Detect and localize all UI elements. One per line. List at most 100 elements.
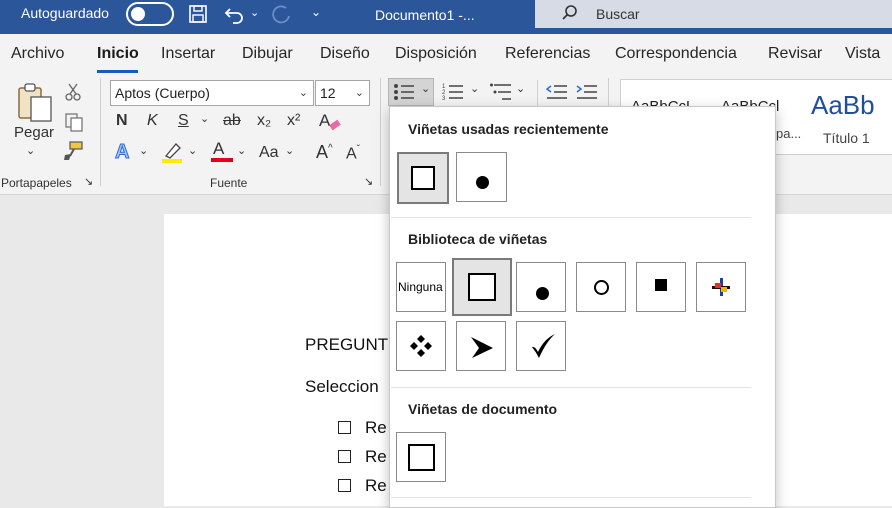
font-launcher-icon[interactable]: ↘ bbox=[364, 175, 373, 188]
tab-insertar[interactable]: Insertar bbox=[161, 45, 215, 63]
font-size-combo[interactable]: 12 ⌄ bbox=[315, 80, 370, 106]
bullet-library-dot[interactable] bbox=[516, 262, 566, 312]
tab-referencias[interactable]: Referencias bbox=[505, 45, 590, 63]
decrease-indent-icon[interactable] bbox=[546, 82, 568, 102]
document-title: Documento1 -... bbox=[375, 7, 475, 23]
numbering-dropdown-icon[interactable]: ⌄ bbox=[470, 82, 479, 95]
ribbon-tabs: Archivo Inicio Insertar Dibujar Diseño D… bbox=[0, 34, 892, 74]
font-name-value: Aptos (Cuerpo) bbox=[115, 85, 210, 101]
text-effects-dropdown-icon[interactable]: ⌄ bbox=[139, 144, 148, 157]
highlight-dropdown-icon[interactable]: ⌄ bbox=[188, 144, 197, 157]
tab-inicio[interactable]: Inicio bbox=[97, 45, 139, 63]
change-case-dropdown-icon[interactable]: ⌄ bbox=[285, 144, 294, 157]
clear-formatting-icon[interactable]: A bbox=[318, 110, 342, 132]
bullet-library-diamonds[interactable] bbox=[396, 321, 446, 371]
svg-text:3: 3 bbox=[442, 96, 446, 102]
customize-toolbar-icon[interactable]: ⌄ bbox=[311, 5, 321, 19]
style-heading1-label: Título 1 bbox=[823, 130, 870, 146]
save-icon[interactable] bbox=[188, 4, 208, 24]
checkbox-bullet bbox=[338, 479, 351, 492]
multilevel-list-icon[interactable] bbox=[490, 82, 512, 102]
svg-text:A: A bbox=[213, 139, 225, 158]
chevron-down-icon: ⌄ bbox=[354, 87, 364, 99]
tab-correspondencia[interactable]: Correspondencia bbox=[615, 45, 737, 63]
doc-line-question[interactable]: PREGUNT bbox=[305, 335, 388, 355]
paste-icon[interactable] bbox=[16, 82, 54, 122]
underline-button[interactable]: S bbox=[178, 112, 189, 130]
paste-dropdown-icon[interactable]: ⌄ bbox=[26, 144, 35, 157]
svg-text:A: A bbox=[115, 141, 129, 162]
tab-revisar[interactable]: Revisar bbox=[768, 45, 822, 63]
bullets-icon bbox=[394, 84, 414, 100]
font-size-value: 12 bbox=[320, 85, 336, 101]
italic-button[interactable]: K bbox=[147, 112, 158, 130]
chevron-down-icon: ⌄ bbox=[298, 87, 308, 99]
active-tab-indicator bbox=[97, 70, 138, 73]
format-painter-icon[interactable] bbox=[62, 140, 84, 162]
four-color-star-icon bbox=[712, 278, 730, 296]
increase-indent-icon[interactable] bbox=[576, 82, 598, 102]
clipboard-launcher-icon[interactable]: ↘ bbox=[84, 175, 93, 188]
font-group-label: Fuente bbox=[210, 176, 248, 190]
style-no-spacing-label: pa... bbox=[776, 126, 802, 141]
multilevel-dropdown-icon[interactable]: ⌄ bbox=[516, 82, 525, 95]
checkbox-bullet bbox=[338, 421, 351, 434]
bullet-document-square[interactable] bbox=[396, 432, 446, 482]
undo-dropdown-icon[interactable]: ⌄ bbox=[250, 6, 259, 19]
search-icon bbox=[562, 5, 577, 20]
doc-line-select[interactable]: Seleccion bbox=[305, 377, 379, 397]
bold-button[interactable]: N bbox=[116, 112, 128, 130]
document-bullets-heading: Viñetas de documento bbox=[408, 401, 558, 417]
search-box[interactable]: Buscar bbox=[535, 0, 892, 28]
bullet-none[interactable]: Ninguna bbox=[396, 262, 446, 312]
copy-icon[interactable] bbox=[64, 112, 84, 132]
tab-disposicion[interactable]: Disposición bbox=[395, 45, 477, 63]
arrowhead-icon bbox=[471, 337, 493, 358]
undo-icon[interactable] bbox=[224, 4, 246, 24]
tab-dibujar[interactable]: Dibujar bbox=[242, 45, 293, 63]
title-bar: Autoguardado ⌄ ⌄ Documento1 -... Buscar bbox=[0, 0, 892, 34]
cut-icon[interactable] bbox=[64, 82, 82, 102]
bullet-library-check[interactable] bbox=[516, 321, 566, 371]
bullet-recent-dot[interactable] bbox=[456, 152, 507, 202]
diamonds-icon bbox=[410, 335, 432, 357]
tab-diseno[interactable]: Diseño bbox=[320, 45, 370, 63]
bullet-recent-square[interactable] bbox=[397, 152, 449, 204]
bullet-library-fourcolor[interactable] bbox=[696, 262, 746, 312]
tab-vista[interactable]: Vista bbox=[845, 45, 880, 63]
bullets-button[interactable]: ⌄ bbox=[388, 78, 434, 106]
divider bbox=[391, 217, 751, 218]
highlight-icon[interactable] bbox=[160, 140, 184, 164]
checkbox-bullet bbox=[338, 450, 351, 463]
doc-list-item[interactable]: Re bbox=[365, 418, 387, 438]
library-bullets-heading: Biblioteca de viñetas bbox=[408, 231, 548, 247]
style-heading1[interactable]: AaBb bbox=[811, 90, 875, 121]
grow-font-icon[interactable]: A^ bbox=[316, 142, 333, 163]
chevron-down-icon: ⌄ bbox=[421, 83, 431, 95]
tab-archivo[interactable]: Archivo bbox=[11, 45, 64, 63]
bullet-library-square[interactable] bbox=[452, 258, 512, 316]
doc-list-item[interactable]: Re bbox=[365, 476, 387, 496]
doc-list-item[interactable]: Re bbox=[365, 447, 387, 467]
superscript-button[interactable]: x² bbox=[287, 112, 300, 130]
strikethrough-button[interactable]: ab bbox=[223, 112, 241, 130]
font-color-icon[interactable]: A bbox=[210, 138, 234, 164]
autosave-label: Autoguardado bbox=[21, 5, 109, 21]
autosave-toggle[interactable] bbox=[126, 2, 174, 26]
redo-icon bbox=[272, 5, 290, 24]
checkmark-icon bbox=[532, 334, 555, 358]
font-color-dropdown-icon[interactable]: ⌄ bbox=[237, 144, 246, 157]
shrink-font-icon[interactable]: Aˇ bbox=[346, 144, 360, 163]
bullet-library-square-solid[interactable] bbox=[636, 262, 686, 312]
font-name-combo[interactable]: Aptos (Cuerpo) ⌄ bbox=[110, 80, 314, 106]
bullets-dropdown: Viñetas usadas recientemente Biblioteca … bbox=[389, 106, 776, 508]
subscript-button[interactable]: x₂ bbox=[257, 112, 271, 130]
change-case-button[interactable]: Aa bbox=[259, 144, 279, 162]
underline-dropdown-icon[interactable]: ⌄ bbox=[200, 112, 209, 125]
bullet-library-arrow[interactable] bbox=[456, 321, 506, 371]
numbering-icon[interactable]: 123 bbox=[442, 82, 464, 102]
paste-label[interactable]: Pegar bbox=[14, 124, 54, 141]
bullet-library-circle[interactable] bbox=[576, 262, 626, 312]
text-effects-icon[interactable]: A bbox=[114, 140, 134, 163]
recent-bullets-heading: Viñetas usadas recientemente bbox=[408, 121, 609, 137]
